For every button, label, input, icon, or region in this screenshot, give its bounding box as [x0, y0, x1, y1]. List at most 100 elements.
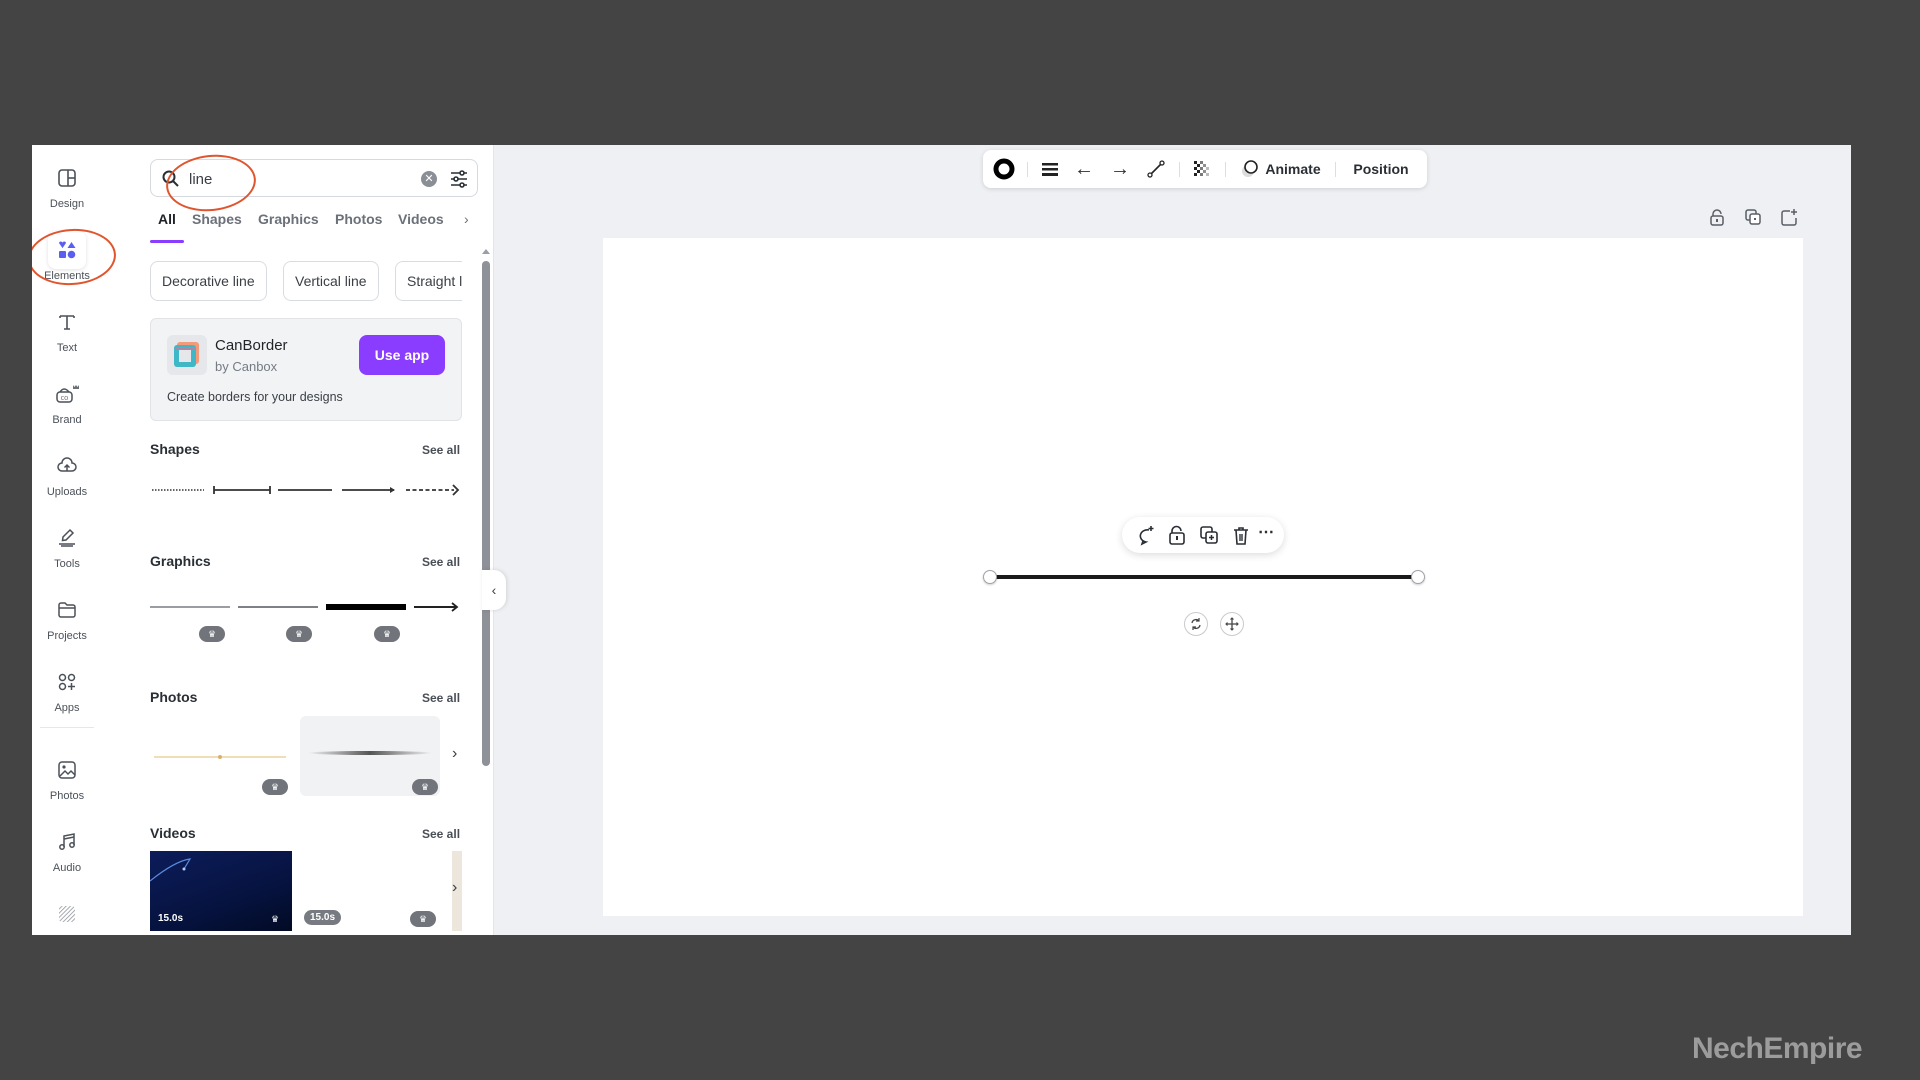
delete-element-icon[interactable] [1230, 524, 1252, 546]
video-thumbnail-blue-streak[interactable]: 15.0s ♛ [149, 851, 292, 931]
add-page-icon[interactable] [1780, 208, 1798, 226]
tab-photos[interactable]: Photos [335, 211, 382, 227]
rail-label: Photos [49, 790, 85, 802]
chip-vertical-line[interactable]: Vertical line [283, 261, 379, 301]
brand-icon: CO [48, 375, 86, 413]
rail-label: Uploads [46, 486, 88, 498]
rail-item-elements[interactable]: Elements [32, 231, 102, 293]
tab-videos[interactable]: Videos [398, 211, 444, 227]
rail-item-uploads[interactable]: Uploads [32, 447, 102, 509]
element-context-menu: ⋯ [1122, 517, 1284, 553]
rail-label: Brand [52, 414, 82, 426]
premium-crown-icon: ♛ [286, 626, 312, 642]
photos-next-chevron-icon[interactable]: › [452, 745, 457, 763]
collapse-panel-button[interactable]: ‹ [482, 570, 506, 610]
see-all-graphics-link[interactable]: See all [422, 555, 460, 569]
search-bar: ✕ [150, 159, 478, 197]
icon-rail: Design Elements Text CO Brand Uploads To… [32, 145, 102, 935]
capped-line-shape [213, 486, 271, 494]
rail-item-projects[interactable]: Projects [32, 591, 102, 653]
lock-page-icon[interactable] [1708, 208, 1726, 226]
see-all-videos-link[interactable]: See all [422, 827, 460, 841]
rail-item-design[interactable]: Design [32, 159, 102, 221]
tools-icon [48, 519, 86, 557]
element-toolbar: ← → Animate Position [983, 150, 1427, 188]
clear-search-button[interactable]: ✕ [421, 171, 437, 187]
premium-crown-icon: ♛ [374, 626, 400, 642]
chip-straight-line[interactable]: Straight line [395, 261, 462, 301]
background-pattern-icon [48, 895, 86, 933]
line-color-button[interactable] [989, 150, 1019, 188]
dashed-arrow-shape [406, 484, 460, 496]
rail-divider [40, 727, 94, 728]
duplicate-page-icon[interactable] [1744, 208, 1762, 226]
toolbar-divider [1335, 162, 1336, 177]
position-label: Position [1353, 161, 1409, 177]
app-description: Create borders for your designs [167, 390, 343, 404]
duplicate-element-icon[interactable] [1198, 524, 1220, 546]
rail-label: Audio [52, 862, 82, 874]
tabs-next-chevron-icon[interactable]: › [464, 211, 469, 227]
elements-icon [48, 231, 86, 269]
line-end-arrow-icon[interactable]: → [1105, 150, 1135, 188]
rail-item-photos[interactable]: Photos [32, 751, 102, 813]
rail-item-apps[interactable]: Apps [32, 663, 102, 725]
section-title-videos: Videos [150, 825, 196, 841]
rail-item-text[interactable]: Text [32, 303, 102, 365]
premium-crown-icon: ♛ [199, 626, 225, 642]
search-input[interactable] [189, 168, 409, 190]
rail-label: Projects [47, 630, 87, 642]
app-name: CanBorder [215, 337, 288, 354]
arrow-graphic [414, 602, 459, 612]
more-options-icon[interactable]: ⋯ [1258, 524, 1280, 546]
animate-button[interactable]: Animate [1235, 150, 1325, 188]
section-title-shapes: Shapes [150, 441, 200, 457]
transparency-icon[interactable] [1187, 150, 1217, 188]
toolbar-divider [1225, 162, 1226, 177]
tab-shapes[interactable]: Shapes [192, 211, 242, 227]
rail-label: Text [56, 342, 78, 354]
scrollbar-thumb[interactable] [482, 261, 490, 766]
scroll-up-arrow-icon[interactable] [482, 249, 490, 254]
watermark-logo: NechEmpire [1692, 1032, 1863, 1065]
line-type-icon[interactable] [1141, 150, 1171, 188]
shape-thumbnails[interactable] [150, 475, 462, 505]
lock-element-icon[interactable] [1166, 524, 1188, 546]
tab-all[interactable]: All [158, 211, 176, 227]
section-title-photos: Photos [150, 689, 198, 705]
animate-label: Animate [1265, 161, 1321, 177]
video-thumbnail-white[interactable]: 15.0s ♛ [298, 851, 440, 931]
position-button[interactable]: Position [1343, 150, 1419, 188]
rotate-handle-icon[interactable] [1184, 612, 1208, 636]
uploads-icon [48, 447, 86, 485]
line-end-handle[interactable] [1411, 570, 1425, 584]
selected-line-element[interactable] [990, 575, 1418, 579]
line-start-arrow-icon[interactable]: ← [1069, 150, 1099, 188]
add-comment-icon[interactable] [1134, 524, 1156, 546]
chip-decorative-line[interactable]: Decorative line [150, 261, 267, 301]
design-icon [48, 159, 86, 197]
rail-item-tools[interactable]: Tools [32, 519, 102, 581]
section-title-graphics: Graphics [150, 553, 211, 569]
see-all-shapes-link[interactable]: See all [422, 443, 460, 457]
see-all-photos-link[interactable]: See all [422, 691, 460, 705]
toolbar-divider [1027, 162, 1028, 177]
projects-icon [48, 591, 86, 629]
move-handle-icon[interactable] [1220, 612, 1244, 636]
graphic-thumbnails[interactable] [150, 595, 462, 619]
premium-crown-icon: ♛ [262, 779, 288, 795]
line-start-handle[interactable] [983, 570, 997, 584]
rail-item-background[interactable] [32, 895, 102, 935]
graphics-row: ♛ ♛ ♛ [150, 595, 462, 655]
app-promo-card[interactable]: CanBorder by Canbox Create borders for y… [150, 318, 462, 421]
arrow-line-shape [342, 487, 395, 493]
tab-graphics[interactable]: Graphics [258, 211, 319, 227]
line-weight-icon[interactable] [1035, 150, 1065, 188]
use-app-button[interactable]: Use app [359, 335, 445, 375]
audio-icon [48, 823, 86, 861]
filter-icon[interactable] [449, 169, 469, 194]
rail-item-audio[interactable]: Audio [32, 823, 102, 885]
rail-item-brand[interactable]: CO Brand [32, 375, 102, 437]
canborder-logo [167, 335, 207, 375]
videos-next-chevron-icon[interactable]: › [452, 879, 457, 897]
